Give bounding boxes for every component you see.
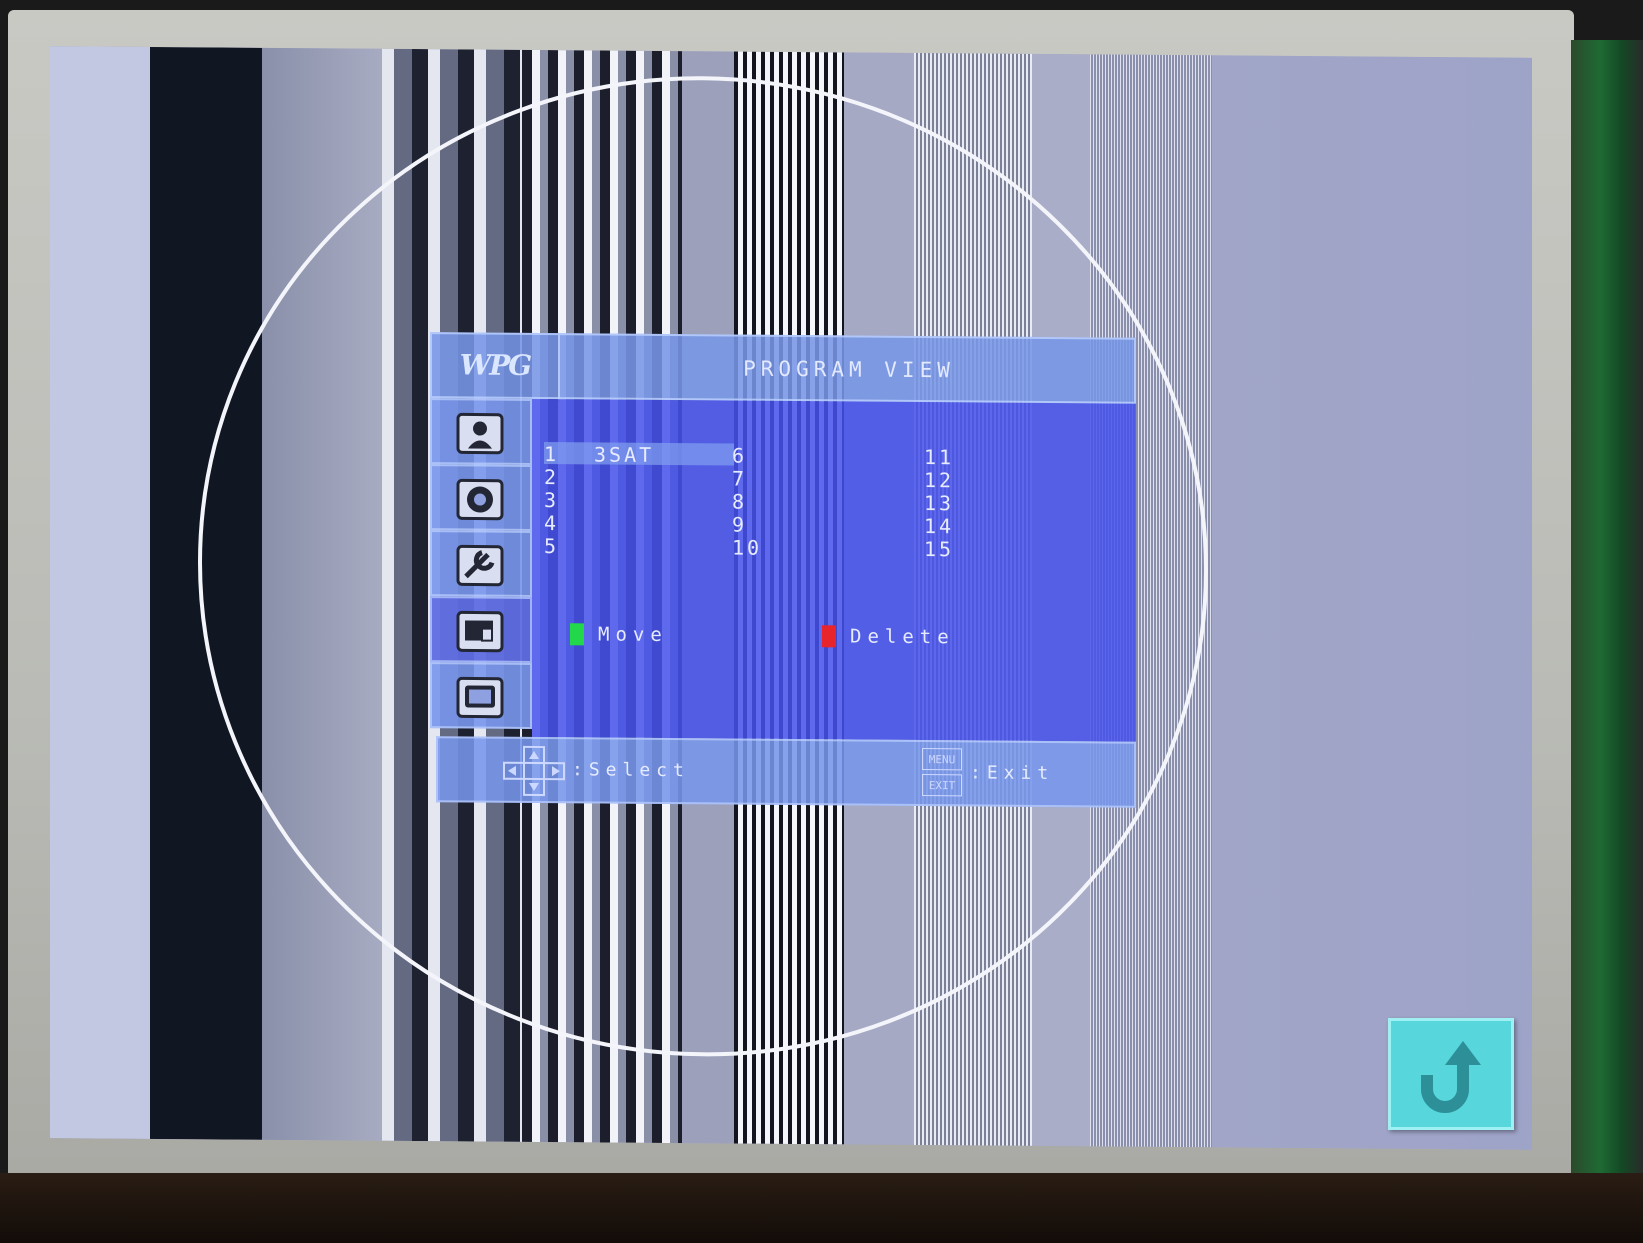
sidebar-item-picture[interactable] bbox=[430, 398, 532, 465]
osd-footer: :Select MENU EXIT :Exit bbox=[436, 736, 1136, 808]
program-list-panel: 1 3SAT 6 11 2 7 12 3 8 13 4 9 14 5 10 15… bbox=[532, 398, 1136, 742]
program-number: 13 bbox=[924, 491, 955, 516]
osd-menu: WPG PROGRAM VIEW 1 3SAT 6 11 2 7 12 3 8 … bbox=[430, 332, 1136, 830]
program-number: 4 bbox=[544, 511, 560, 536]
program-view-icon bbox=[456, 610, 504, 653]
program-number: 5 bbox=[544, 534, 560, 559]
program-number: 8 bbox=[732, 489, 748, 514]
return-button[interactable] bbox=[1388, 1018, 1514, 1130]
program-number: 10 bbox=[732, 535, 763, 560]
program-number: 11 bbox=[924, 445, 955, 470]
program-number: 1 bbox=[544, 442, 560, 467]
lcd-screen: WPG PROGRAM VIEW 1 3SAT 6 11 2 7 12 3 8 … bbox=[50, 46, 1532, 1150]
program-number: 15 bbox=[924, 537, 955, 562]
osd-header: WPG PROGRAM VIEW bbox=[430, 332, 1136, 404]
red-key-icon bbox=[822, 625, 836, 648]
program-number: 14 bbox=[924, 514, 955, 539]
monitor-base-cables bbox=[0, 1173, 1643, 1243]
sidebar-item-tools[interactable] bbox=[430, 530, 532, 597]
tools-settings-icon bbox=[456, 544, 504, 587]
program-number: 12 bbox=[924, 468, 955, 493]
delete-key-label: Delete bbox=[850, 625, 955, 649]
osd-sidebar bbox=[430, 398, 532, 737]
green-key-icon bbox=[570, 623, 584, 646]
program-number: 7 bbox=[732, 466, 748, 491]
program-row[interactable]: 1 3SAT 6 11 bbox=[544, 442, 964, 470]
picture-settings-icon bbox=[456, 412, 504, 455]
sidebar-item-tv[interactable] bbox=[430, 662, 532, 729]
program-name: 3SAT bbox=[594, 442, 655, 467]
exit-key-icon: EXIT bbox=[922, 774, 962, 797]
program-row[interactable]: 3 8 13 bbox=[544, 488, 964, 516]
program-number: 9 bbox=[732, 512, 748, 537]
circuit-board bbox=[1571, 40, 1643, 1190]
program-number: 2 bbox=[544, 465, 560, 490]
osd-title: PROGRAM VIEW bbox=[743, 356, 955, 383]
tv-channel-icon bbox=[456, 676, 504, 719]
program-row[interactable]: 5 10 15 bbox=[544, 534, 964, 562]
program-row[interactable]: 2 7 12 bbox=[544, 465, 964, 493]
move-key-label: Move bbox=[598, 623, 668, 647]
sidebar-item-sound[interactable] bbox=[430, 464, 532, 531]
program-number: 3 bbox=[544, 488, 560, 513]
sound-settings-icon bbox=[456, 478, 504, 521]
brand-logo: WPG bbox=[432, 334, 560, 402]
program-number: 6 bbox=[732, 443, 748, 468]
menu-key-icon: MENU bbox=[922, 748, 962, 771]
u-turn-arrow-icon bbox=[1421, 1041, 1481, 1113]
exit-hint-label: :Exit bbox=[970, 762, 1055, 785]
program-row[interactable]: 4 9 14 bbox=[544, 511, 964, 539]
dpad-icon bbox=[503, 745, 565, 797]
select-hint-label: :Select bbox=[572, 759, 690, 782]
sidebar-item-program-view[interactable] bbox=[430, 596, 532, 663]
